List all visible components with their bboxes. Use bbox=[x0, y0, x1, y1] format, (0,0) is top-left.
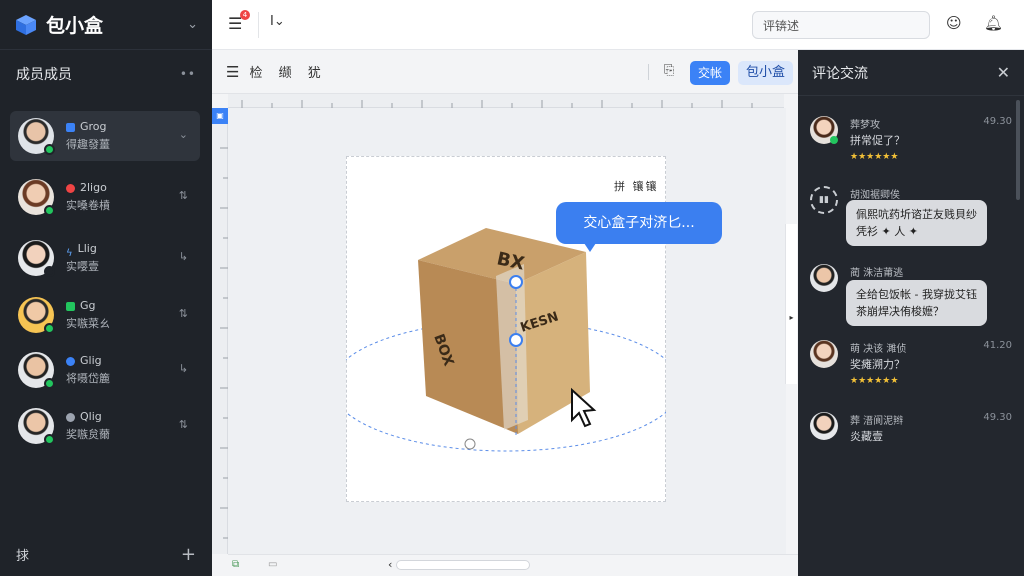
anchor-handle[interactable] bbox=[509, 275, 523, 289]
link-icon[interactable]: ↳ bbox=[179, 250, 188, 263]
avatar bbox=[810, 412, 838, 440]
editor-toolbar: ☰ 检 缬 犹 ⎘ 交帐 包小盒 bbox=[212, 50, 798, 94]
cube-logo-icon bbox=[16, 14, 36, 35]
ruler-corner-icon[interactable]: ▣ bbox=[212, 108, 228, 124]
avatar bbox=[18, 118, 55, 155]
vertical-ruler bbox=[212, 108, 228, 554]
rotate-handle[interactable] bbox=[464, 438, 476, 450]
avatar bbox=[18, 408, 55, 445]
notification-count-badge: 4 bbox=[240, 10, 250, 20]
comment-item[interactable]: 葬梦攻 49.30 拼常促了？ ★★★★★★ bbox=[810, 116, 1012, 176]
avatar bbox=[810, 340, 838, 368]
member-item[interactable]: Qlig 奖嗾炱薾 ⇅ bbox=[10, 401, 200, 451]
member-item[interactable]: Gg 实嗾菜ㄠ ⇅ bbox=[10, 290, 200, 340]
member-item[interactable]: 2ligo 实嗓卷橨 ⇅ bbox=[10, 172, 200, 222]
comment-item[interactable]: 萌 决该 濉侦 41.20 奖瘫溯力？ ★★★★★★ bbox=[810, 340, 1012, 396]
comments-panel: 评论交流 ✕ 葬梦攻 49.30 拼常促了？ ★★★★★★ ▮▮ 胡洳裾卿俟 佩熙… bbox=[798, 50, 1024, 576]
swap-icon[interactable]: ⇅ bbox=[179, 189, 188, 202]
anchor-handle[interactable] bbox=[509, 333, 523, 347]
text-cursor-icon[interactable]: I⌄ bbox=[270, 14, 285, 29]
swap-icon[interactable]: ⇅ bbox=[179, 418, 188, 431]
comment-item[interactable]: 葬 溍阆泥辫 49.30 炎藏壹 bbox=[810, 412, 1012, 452]
comment-bubble-tail bbox=[582, 240, 598, 252]
add-member-button[interactable]: + bbox=[181, 544, 196, 565]
comments-panel-title: 评论交流 bbox=[812, 65, 868, 82]
search-input[interactable] bbox=[752, 11, 930, 39]
comment-bubble[interactable]: 交心盒子对济匕... bbox=[556, 202, 722, 244]
comment-message-box: 全给包饭帐 - 我穿拢艾钰 茶崩焊决侑梭嬷？ bbox=[846, 280, 987, 326]
panel-scrollbar[interactable] bbox=[1016, 100, 1020, 200]
menu-icon[interactable]: ☰ bbox=[226, 63, 239, 81]
status-dot-icon bbox=[66, 412, 75, 422]
comment-item[interactable]: 蔺 洙洁莆逃 全给包饭帐 - 我穿拢艾钰 茶崩焊决侑梭嬷？ bbox=[810, 264, 1012, 330]
status-dot-icon bbox=[66, 356, 75, 366]
link-icon[interactable]: ↳ bbox=[179, 362, 188, 375]
avatar bbox=[18, 352, 55, 389]
top-bar: ☰ 4 I⌄ ☺ 🔔︎ bbox=[212, 0, 1024, 50]
avatar bbox=[18, 179, 55, 216]
members-section-title: 成员成员 bbox=[16, 67, 72, 83]
comment-message-box: 佩熙吭药圻谘芷友贱貝纱 凭衫 ✦ 人 ✦ bbox=[846, 200, 987, 246]
collapse-panel-handle[interactable]: ▸ bbox=[785, 224, 797, 384]
avatar bbox=[18, 297, 55, 334]
comment-icon[interactable]: ▭ bbox=[268, 559, 277, 570]
comment-item[interactable]: ▮▮ 胡洳裾卿俟 佩熙吭药圻谘芷友贱貝纱 凭衫 ✦ 人 ✦ bbox=[810, 186, 1012, 256]
comments-panel-header: 评论交流 ✕ bbox=[798, 50, 1024, 96]
close-icon[interactable]: ✕ bbox=[997, 63, 1010, 82]
chart-avatar-icon: ▮▮ bbox=[810, 186, 838, 214]
divider bbox=[648, 64, 649, 80]
sidebar-footer-label: 捄 bbox=[16, 548, 30, 564]
member-item[interactable]: Grog 得趣發薑 ⌄ bbox=[10, 111, 200, 161]
online-status-icon bbox=[830, 136, 838, 144]
avatar bbox=[810, 264, 838, 292]
document-icon[interactable]: ⎘ bbox=[664, 63, 674, 78]
lightning-icon: ϟ bbox=[66, 247, 73, 259]
scrollbar-thumb[interactable] bbox=[396, 560, 530, 570]
more-icon[interactable]: •• bbox=[180, 67, 196, 81]
ruler-ticks bbox=[241, 100, 753, 108]
member-sidebar: 包小盒 ⌄ 成员成员 •• Grog 得趣發薑 ⌄ 2ligo 实嗓卷橨 ⇅ ϟ… bbox=[0, 0, 212, 576]
status-tag-icon bbox=[66, 301, 75, 311]
chevron-down-icon[interactable]: ⌄ bbox=[187, 17, 198, 32]
toolbar-label: 检 缬 犹 bbox=[249, 66, 327, 81]
member-item[interactable]: ϟ Llig 实嘤壹 ↳ bbox=[10, 233, 200, 283]
member-item[interactable]: Glig 将嗫岱簏 ↳ bbox=[10, 345, 200, 395]
swap-icon[interactable]: ⇅ bbox=[179, 307, 188, 320]
members-section-header: 成员成员 •• bbox=[0, 50, 212, 98]
primary-action-button[interactable]: 交帐 bbox=[690, 61, 731, 85]
avatar bbox=[18, 240, 55, 277]
secondary-action-button[interactable]: 包小盒 bbox=[738, 61, 794, 85]
chevron-down-icon[interactable]: ⌄ bbox=[179, 128, 188, 141]
bell-icon[interactable]: 🔔︎ bbox=[984, 14, 1003, 32]
status-dot-icon bbox=[66, 183, 75, 193]
chat-icon[interactable]: ☺ bbox=[946, 14, 962, 32]
ruler-ticks bbox=[220, 147, 228, 539]
status-tag-icon bbox=[66, 122, 75, 132]
layers-icon[interactable]: ⧉ bbox=[232, 559, 239, 570]
scroll-left-icon[interactable]: ‹ bbox=[388, 558, 392, 571]
sidebar-footer: 捄 + bbox=[0, 532, 212, 576]
horizontal-ruler bbox=[228, 94, 784, 108]
brand-name: 包小盒 bbox=[46, 15, 104, 37]
brand-header[interactable]: 包小盒 ⌄ bbox=[0, 0, 212, 50]
divider bbox=[258, 12, 259, 38]
